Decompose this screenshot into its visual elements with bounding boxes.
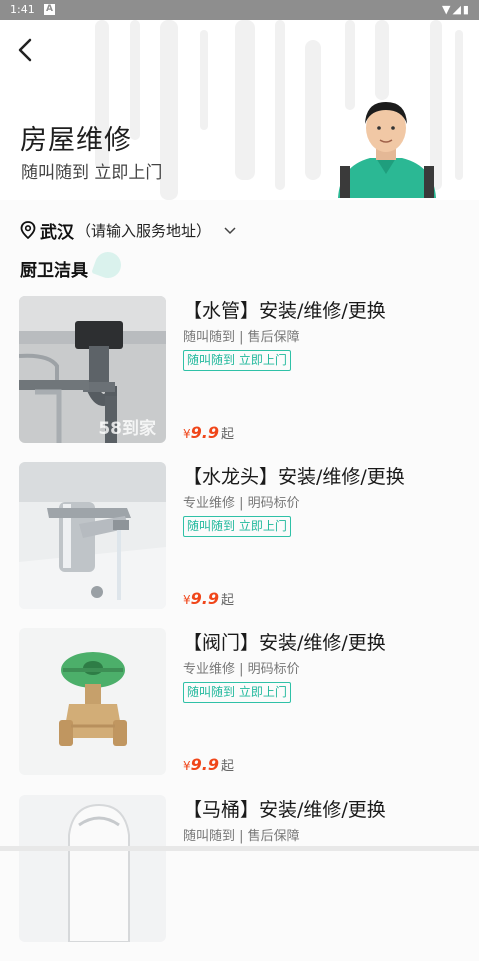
price-value: 9.9 xyxy=(190,423,219,442)
item-tag: 随叫随到 立即上门 xyxy=(183,682,291,703)
bottom-edge xyxy=(0,846,479,851)
item-tag: 随叫随到 立即上门 xyxy=(183,516,291,537)
notification-badge-icon: A xyxy=(44,4,55,15)
status-bar: 1:41 A ▼◢▮ xyxy=(0,0,479,20)
location-pin-icon xyxy=(20,221,36,239)
location-hint: （请输入服务地址） xyxy=(76,221,212,240)
price-value: 9.9 xyxy=(190,755,219,774)
item-title: 【水管】安装/维修/更换 xyxy=(183,300,386,322)
service-item-valve[interactable]: 【阀门】安装/维修/更换 专业维修 | 明码标价 随叫随到 立即上门 ¥9.9 起 xyxy=(0,628,479,794)
item-title: 【水龙头】安装/维修/更换 xyxy=(183,466,405,488)
service-item-faucet[interactable]: 【水龙头】安装/维修/更换 专业维修 | 明码标价 随叫随到 立即上门 ¥9.9… xyxy=(0,462,479,628)
location-selector[interactable]: 武汉 （请输入服务地址） xyxy=(20,218,237,243)
chevron-down-icon xyxy=(224,227,236,235)
item-description: 专业维修 | 明码标价 xyxy=(183,662,300,677)
item-title: 【阀门】安装/维修/更换 xyxy=(183,632,386,654)
section-decoration xyxy=(91,248,125,282)
item-price: ¥9.9 起 xyxy=(183,755,234,774)
system-status-icons: ▼◢▮ xyxy=(442,3,471,16)
price-symbol: ¥ xyxy=(183,427,191,441)
item-price: ¥9.9 起 xyxy=(183,589,234,608)
watermark-text: 58到家 xyxy=(98,419,156,439)
price-suffix: 起 xyxy=(220,759,234,774)
price-value: 9.9 xyxy=(190,589,219,608)
location-city: 武汉 xyxy=(40,222,74,243)
service-worker-image xyxy=(338,102,436,198)
section-title: 厨卫洁具 xyxy=(20,261,88,281)
item-title: 【马桶】安装/维修/更换 xyxy=(183,799,386,821)
item-price: ¥9.9 起 xyxy=(183,423,234,442)
service-item-water-pipe[interactable]: 58到家 【水管】安装/维修/更换 随叫随到 | 售后保障 随叫随到 立即上门 … xyxy=(0,296,479,462)
item-thumbnail xyxy=(19,795,166,942)
item-description: 专业维修 | 明码标价 xyxy=(183,496,300,511)
chevron-left-icon xyxy=(18,38,32,62)
item-thumbnail: 58到家 xyxy=(19,296,166,443)
status-time: 1:41 xyxy=(10,3,35,16)
item-thumbnail xyxy=(19,628,166,775)
page-title: 房屋维修 xyxy=(20,125,132,156)
price-symbol: ¥ xyxy=(183,759,191,773)
price-suffix: 起 xyxy=(220,593,234,608)
item-tag: 随叫随到 立即上门 xyxy=(183,350,291,371)
back-button[interactable] xyxy=(14,36,42,64)
item-thumbnail xyxy=(19,462,166,609)
item-description: 随叫随到 | 售后保障 xyxy=(183,829,300,844)
item-description: 随叫随到 | 售后保障 xyxy=(183,330,300,345)
price-suffix: 起 xyxy=(220,427,234,442)
price-symbol: ¥ xyxy=(183,593,191,607)
service-item-toilet[interactable]: 【马桶】安装/维修/更换 随叫随到 | 售后保障 xyxy=(0,795,479,961)
page-subtitle: 随叫随到 立即上门 xyxy=(21,163,163,183)
